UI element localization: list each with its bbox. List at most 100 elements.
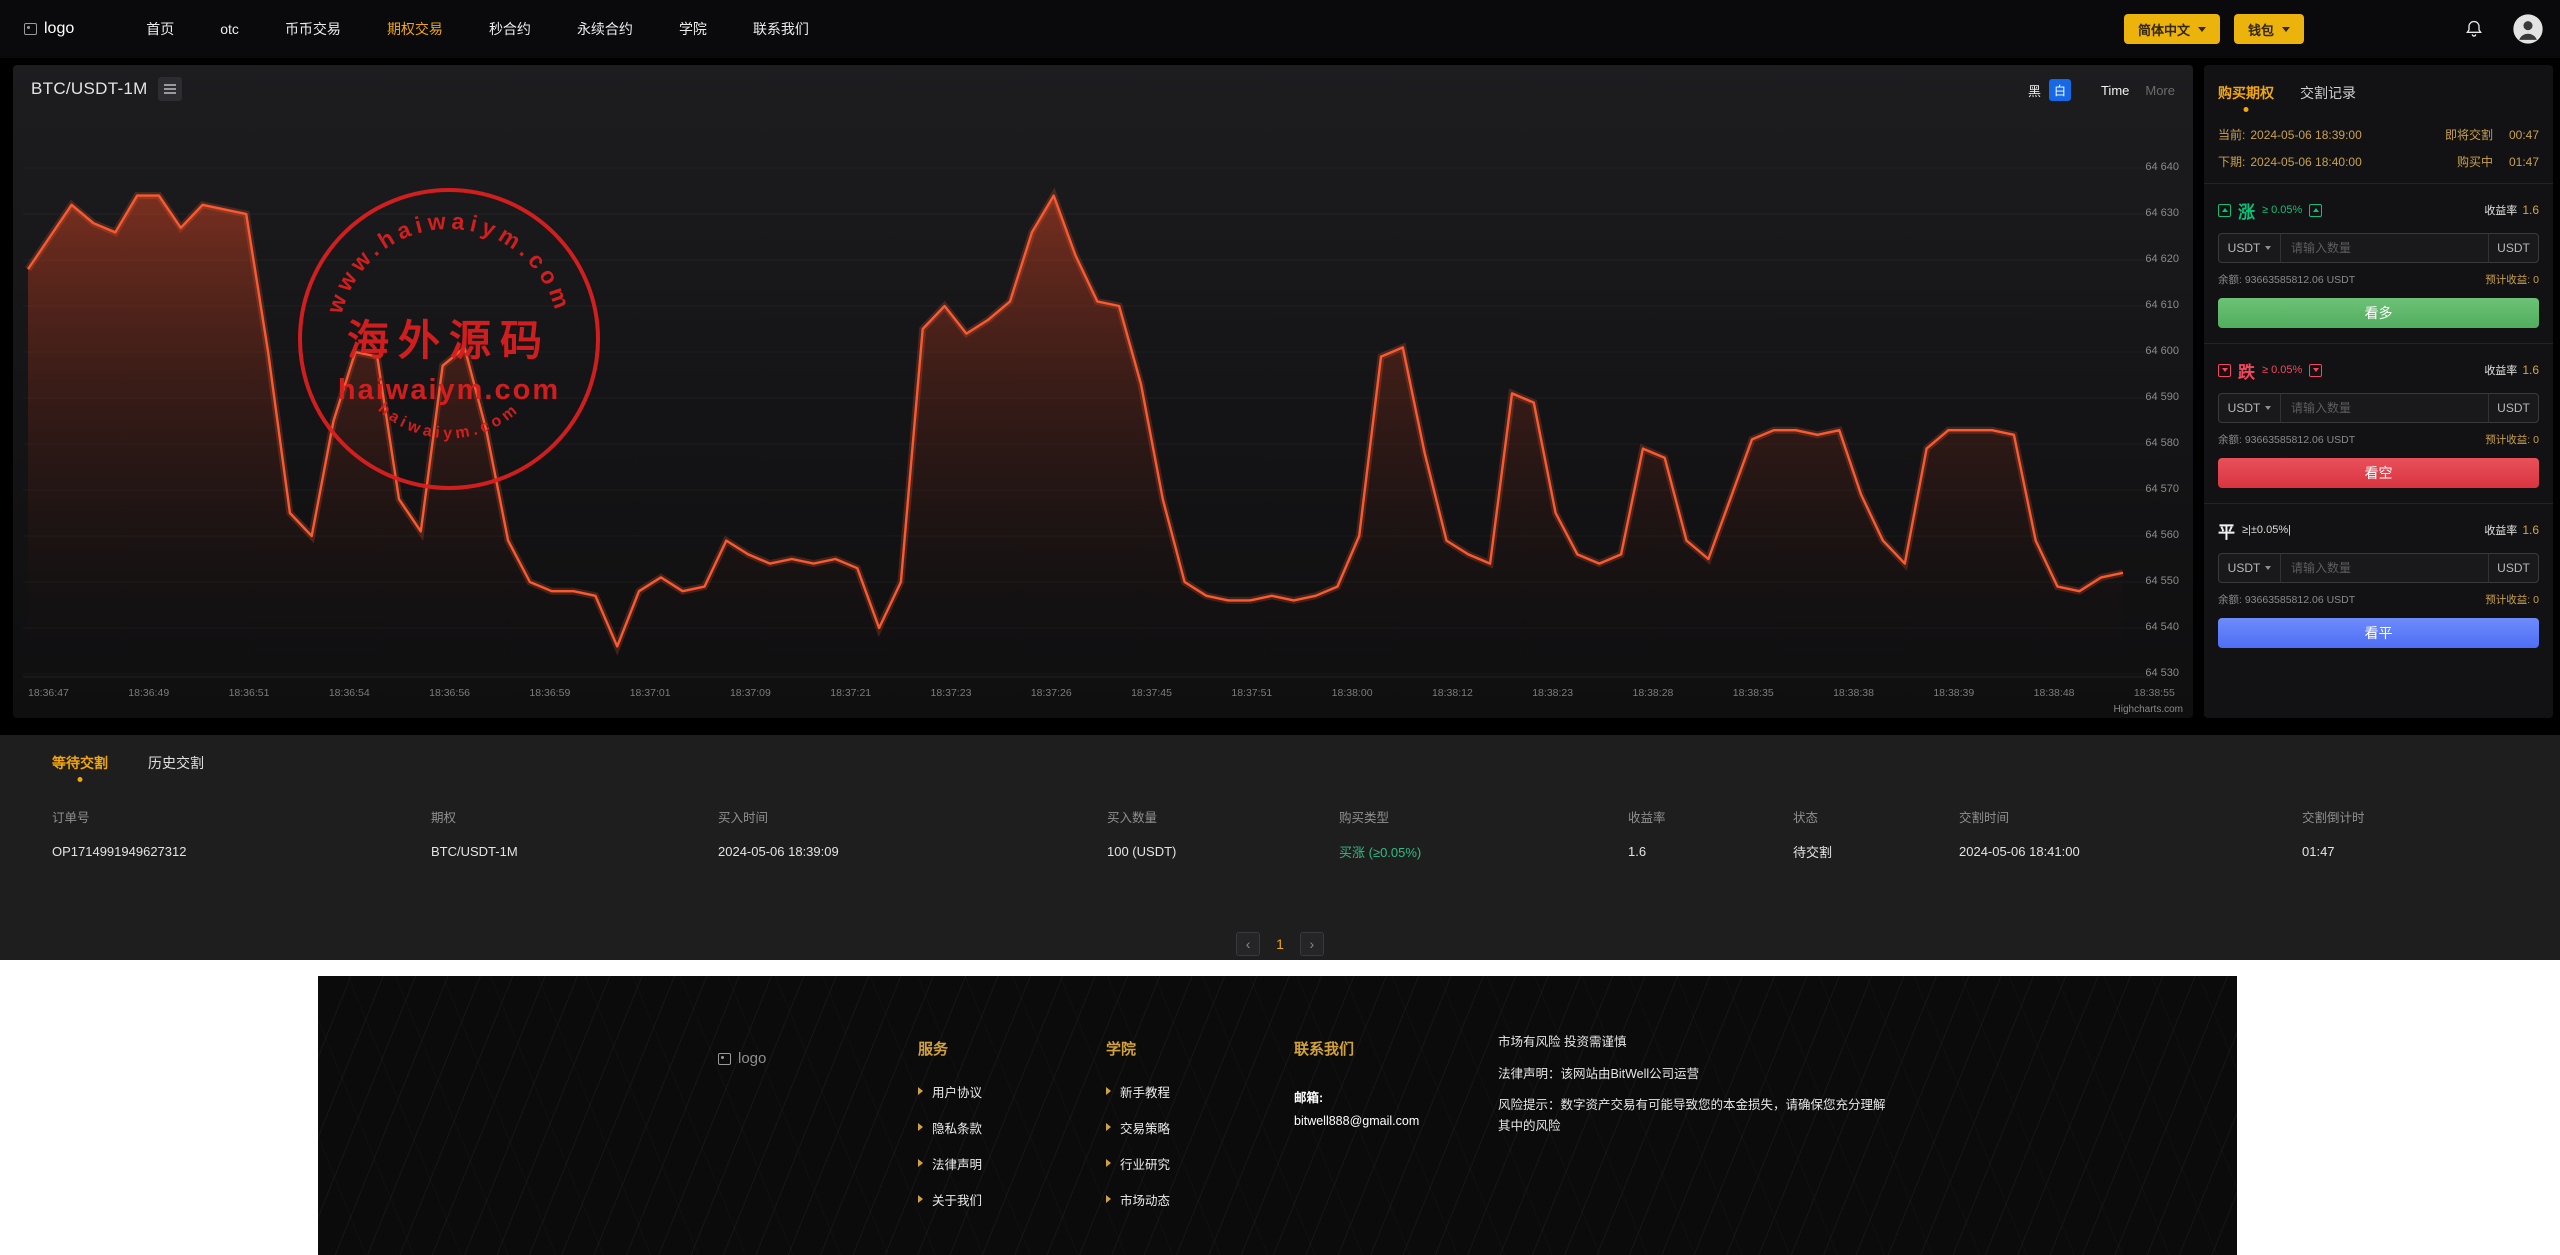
currency-label: USDT [2227, 241, 2261, 255]
next-label: 下期: [2218, 155, 2246, 169]
arrow-right-icon [918, 1123, 923, 1131]
period-info: 当前: 2024-05-06 18:39:00 即将交割 00:47 下期: 2024… [2218, 121, 2539, 175]
x-axis-label: 18:37:26 [1030, 687, 1072, 699]
prev-page-button[interactable]: ‹ [1236, 932, 1261, 956]
x-axis-label: 18:36:51 [228, 687, 270, 699]
footer-link[interactable]: 关于我们 [918, 1181, 982, 1217]
footer-logo[interactable]: logo [718, 1050, 766, 1067]
chevron-down-icon [2265, 246, 2272, 250]
email-address[interactable]: bitwell888@gmail.com [1294, 1114, 1419, 1128]
tab-history-settlement[interactable]: 历史交割 [148, 753, 204, 773]
price-chart[interactable] [13, 65, 2193, 718]
up-arrow-icon [2309, 203, 2323, 217]
footer-column-title: 联系我们 [1294, 1041, 1355, 1058]
footer-link[interactable]: 市场动态 [1106, 1181, 1170, 1217]
footer-link[interactable]: 交易策略 [1106, 1109, 1170, 1145]
chart-controls: 黑 白 Time More [2028, 79, 2175, 101]
amount-input-down[interactable] [2281, 394, 2488, 422]
footer-link[interactable]: 新手教程 [1106, 1073, 1170, 1109]
notification-bell-icon[interactable] [2464, 19, 2484, 39]
logo-image-icon [718, 1052, 731, 1065]
next-page-button[interactable]: › [1299, 932, 1324, 956]
amount-input-flat[interactable] [2281, 554, 2488, 582]
rate-label: 收益率 [2484, 525, 2518, 537]
footer-link[interactable]: 行业研究 [1106, 1145, 1170, 1181]
profit-value: 0 [2533, 434, 2539, 446]
nav-item-1[interactable]: otc [220, 21, 239, 37]
arrow-right-icon [918, 1087, 923, 1095]
logo[interactable]: logo [24, 20, 74, 38]
currency-select[interactable]: USDT [2219, 234, 2281, 262]
balance-value: 93663585812.06 USDT [2244, 594, 2356, 606]
top-nav: logo 首页 otc 币币交易 期权交易 秒合约 永续合约 学院 联系我们 简体中文 钱包 [0, 0, 2560, 58]
x-axis-label: 18:38:39 [1933, 687, 1975, 699]
chart-menu-button[interactable] [157, 77, 182, 101]
x-axis-label: 18:37:21 [830, 687, 872, 699]
disclaimer-line: 市场有风险 投资需谨慎 [1498, 1035, 1627, 1049]
nav-item-0[interactable]: 首页 [146, 19, 174, 39]
currency-select[interactable]: USDT [2219, 394, 2281, 422]
column-header: 状态 [1793, 810, 1819, 825]
x-axis-label: 18:38:12 [1431, 687, 1473, 699]
tab-pending-settlement[interactable]: 等待交割 [52, 753, 108, 773]
current-page[interactable]: 1 [1276, 936, 1284, 952]
condition-label: ≥ 0.05% [2262, 204, 2303, 216]
nav-item-4[interactable]: 秒合约 [489, 19, 531, 39]
buy-down-button[interactable]: 看空 [2218, 458, 2539, 488]
arrow-right-icon [1106, 1195, 1111, 1203]
nav-item-6[interactable]: 学院 [679, 19, 707, 39]
footer-link[interactable]: 隐私条款 [918, 1109, 982, 1145]
x-axis-label: 18:37:51 [1231, 687, 1273, 699]
footer-disclaimer: 市场有风险 投资需谨慎 法律声明：该网站由BitWell公司运营 风险提示：数字… [1498, 1032, 1888, 1148]
trade-panel-tabs: 购买期权 交割记录 [2218, 83, 2539, 103]
tab-settle-records[interactable]: 交割记录 [2300, 83, 2356, 103]
up-arrow-icon [2218, 203, 2231, 217]
unit-label: USDT [2488, 394, 2538, 422]
buy-flat-button[interactable]: 看平 [2218, 618, 2539, 648]
interval-time-button[interactable]: Time [2101, 83, 2129, 98]
next-status: 购买中 [2456, 155, 2493, 169]
footer-link[interactable]: 法律声明 [918, 1145, 982, 1181]
column-header: 交割时间 [1959, 810, 2010, 825]
more-button[interactable]: More [2145, 83, 2175, 98]
rate-value: 1.6 [2522, 523, 2539, 537]
table-cell: 待交割 [1793, 844, 1833, 860]
wallet-button[interactable]: 钱包 [2233, 14, 2304, 44]
theme-light-button[interactable]: 白 [2048, 79, 2071, 101]
nav-item-3[interactable]: 期权交易 [387, 19, 443, 39]
profit-label: 预计收益: [2485, 594, 2531, 606]
nav-item-2[interactable]: 币币交易 [285, 19, 341, 39]
user-avatar[interactable] [2512, 13, 2544, 45]
rate-label: 收益率 [2484, 365, 2518, 377]
current-status: 即将交割 [2444, 128, 2493, 142]
arrow-right-icon [1106, 1087, 1111, 1095]
currency-select[interactable]: USDT [2219, 554, 2281, 582]
theme-dark-button[interactable]: 黑 [2028, 81, 2041, 100]
balance-row: 余额: 93663585812.06 USDT 预计收益: 0 [2218, 272, 2539, 287]
wallet-label: 钱包 [2247, 22, 2274, 38]
arrow-right-icon [918, 1195, 923, 1203]
x-axis: 18:36:47 18:36:49 18:36:51 18:36:54 18:36:56… [28, 687, 2175, 699]
rate-value: 1.6 [2522, 363, 2539, 377]
footer-link[interactable]: 用户协议 [918, 1073, 982, 1109]
language-label: 简体中文 [2137, 22, 2190, 38]
balance-value: 93663585812.06 USDT [2244, 274, 2356, 286]
column-header: 期权 [431, 810, 457, 825]
amount-row: USDT USDT [2218, 553, 2539, 583]
footer-column-academy: 学院 新手教程 交易策略 行业研究 市场动态 [1106, 1038, 1170, 1217]
language-select-button[interactable]: 简体中文 [2123, 14, 2220, 44]
direction-label: 涨 [2238, 202, 2255, 222]
direction-label: 跌 [2238, 362, 2255, 382]
buy-up-button[interactable]: 看多 [2218, 298, 2539, 328]
nav-item-5[interactable]: 永续合约 [577, 19, 633, 39]
column-header: 收益率 [1628, 810, 1666, 825]
tab-buy-option[interactable]: 购买期权 [2218, 83, 2274, 103]
x-axis-label: 18:38:48 [2033, 687, 2075, 699]
balance-row: 余额: 93663585812.06 USDT 预计收益: 0 [2218, 432, 2539, 447]
chevron-down-icon [2265, 566, 2272, 570]
nav-menu: 首页 otc 币币交易 期权交易 秒合约 永续合约 学院 联系我们 [146, 19, 809, 39]
amount-input-up[interactable] [2281, 234, 2488, 262]
nav-item-7[interactable]: 联系我们 [753, 19, 809, 39]
x-axis-label: 18:38:35 [1732, 687, 1774, 699]
chart-credit[interactable]: Highcharts.com [2114, 704, 2183, 715]
